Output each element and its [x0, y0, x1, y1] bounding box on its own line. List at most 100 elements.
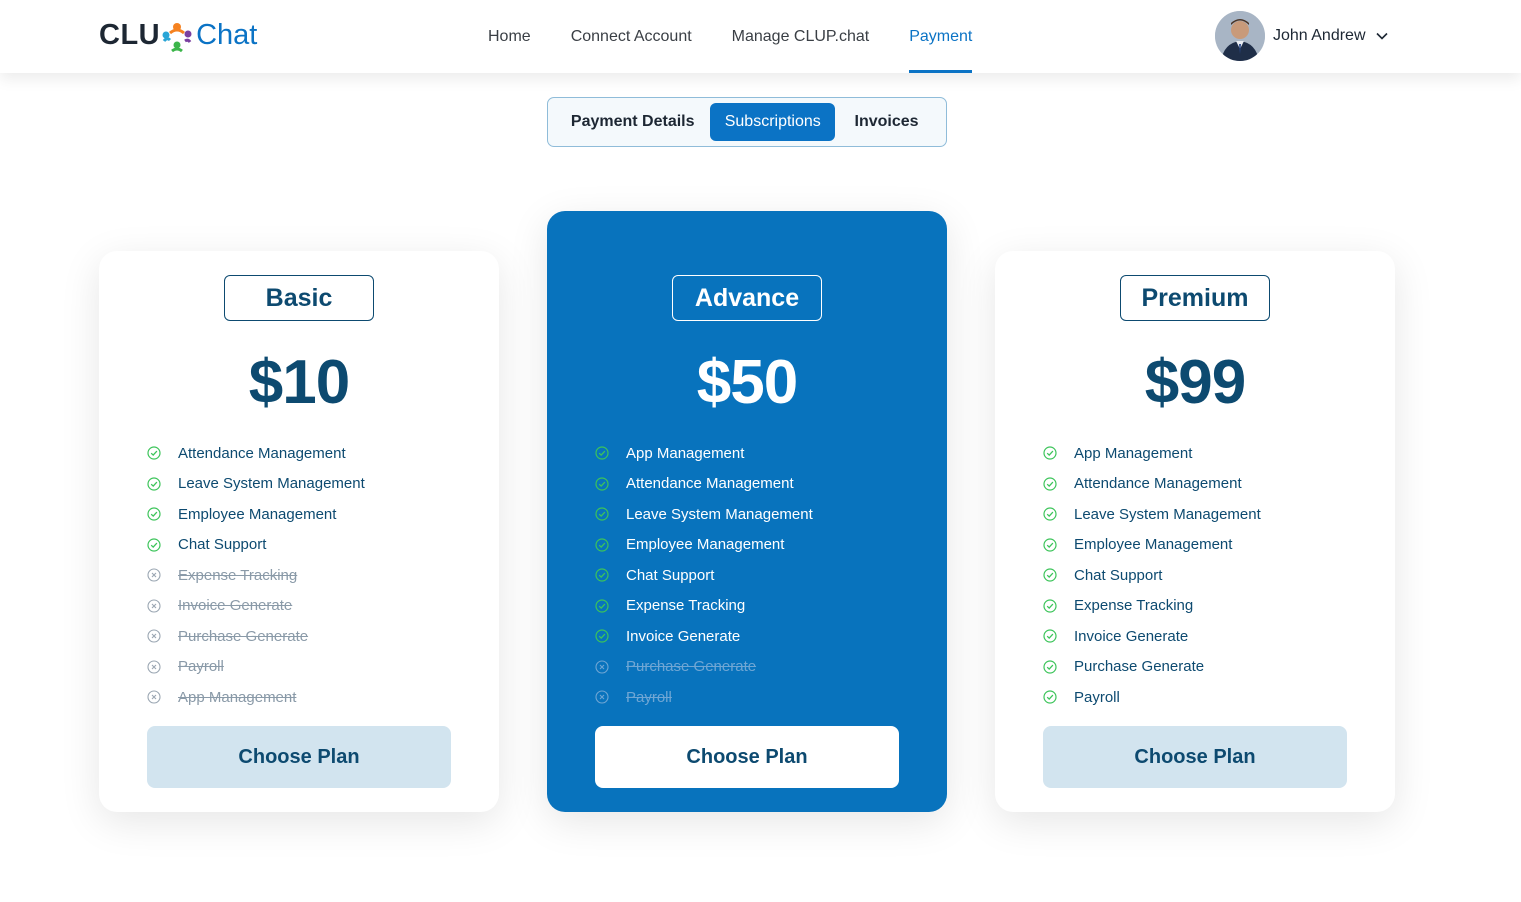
feature-label: Leave System Management [178, 475, 365, 493]
feature-label: Chat Support [626, 566, 715, 584]
x-circle-icon [147, 629, 161, 643]
user-avatar[interactable] [1215, 11, 1265, 61]
plan-price: $99 [1144, 348, 1246, 417]
feature-list: Attendance Management Leave System Manage… [147, 438, 365, 713]
x-circle-icon [147, 660, 161, 674]
feature-item: Leave System Management [1043, 499, 1261, 530]
check-circle-icon [1043, 690, 1057, 704]
feature-label: Invoice Generate [1074, 627, 1189, 645]
feature-label: Invoice Generate [178, 597, 293, 615]
plan-card-advance: Advance $50 App Management Attendance Man… [547, 211, 947, 812]
nav-connect-account[interactable]: Connect Account [571, 0, 692, 73]
feature-label: Employee Management [1074, 536, 1233, 554]
check-circle-icon [1043, 629, 1057, 643]
feature-label: App Management [626, 444, 745, 462]
user-name: John Andrew [1273, 27, 1366, 44]
choose-plan-button[interactable]: Choose Plan [595, 726, 899, 788]
check-circle-icon [147, 446, 161, 460]
tab-invoices[interactable]: Invoices [837, 103, 936, 141]
plan-name: Advance [672, 275, 822, 321]
chevron-down-icon[interactable] [1375, 29, 1389, 43]
feature-label: Payroll [1074, 688, 1120, 706]
feature-label: Attendance Management [178, 444, 346, 462]
feature-item: Chat Support [595, 560, 813, 591]
feature-label: Invoice Generate [626, 627, 741, 645]
feature-label: App Management [1074, 444, 1193, 462]
feature-label: Purchase Generate [178, 627, 309, 645]
check-circle-icon [595, 446, 609, 460]
plan-name: Premium [1120, 275, 1270, 321]
check-circle-icon [595, 599, 609, 613]
nav-payment[interactable]: Payment [909, 0, 973, 73]
feature-item: Payroll [1043, 682, 1261, 713]
check-circle-icon [147, 538, 161, 552]
feature-label: Employee Management [178, 505, 337, 523]
feature-item: App Management [147, 682, 365, 713]
nav-manage-clup-chat[interactable]: Manage CLUP.chat [732, 0, 870, 73]
check-circle-icon [1043, 446, 1057, 460]
feature-label: Payroll [626, 688, 672, 706]
feature-label: Purchase Generate [1074, 658, 1205, 676]
feature-item: Chat Support [1043, 560, 1261, 591]
check-circle-icon [1043, 660, 1057, 674]
tab-payment-details[interactable]: Payment Details [560, 103, 705, 141]
feature-item: Employee Management [595, 530, 813, 561]
feature-label: Chat Support [1074, 566, 1163, 584]
feature-item: Invoice Generate [1043, 621, 1261, 652]
feature-label: Payroll [178, 658, 224, 676]
check-circle-icon [1043, 507, 1057, 521]
feature-label: Purchase Generate [626, 658, 757, 676]
choose-plan-button[interactable]: Choose Plan [1043, 726, 1347, 788]
x-circle-icon [147, 599, 161, 613]
feature-label: Attendance Management [1074, 475, 1242, 493]
check-circle-icon [1043, 568, 1057, 582]
feature-item: Attendance Management [1043, 469, 1261, 500]
x-circle-icon [147, 568, 161, 582]
tab-subscriptions[interactable]: Subscriptions [710, 103, 836, 141]
feature-label: Expense Tracking [178, 566, 298, 584]
feature-item: Purchase Generate [147, 621, 365, 652]
x-circle-icon [595, 660, 609, 674]
feature-label: Leave System Management [1074, 505, 1261, 523]
check-circle-icon [147, 477, 161, 491]
feature-item: Purchase Generate [1043, 652, 1261, 683]
feature-label: Expense Tracking [626, 597, 746, 615]
logo-text-clu: CLU [99, 18, 161, 51]
clup-chat-logo[interactable]: CLU Chat [99, 17, 257, 53]
feature-item: Payroll [147, 652, 365, 683]
feature-item: Expense Tracking [147, 560, 365, 591]
plan-card-premium: Premium $99 App Management Attendance Man… [995, 251, 1395, 812]
plan-card-basic: Basic $10 Attendance Management Leave Sys… [99, 251, 499, 812]
feature-label: Attendance Management [626, 475, 794, 493]
check-circle-icon [595, 507, 609, 521]
feature-list: App Management Attendance Management Leave… [595, 438, 813, 713]
feature-item: Employee Management [147, 499, 365, 530]
logo-people-icon [158, 17, 196, 53]
check-circle-icon [595, 568, 609, 582]
feature-list: App Management Attendance Management Leave… [1043, 438, 1261, 713]
logo-text-chat: Chat [196, 18, 258, 51]
check-circle-icon [595, 538, 609, 552]
payment-tabs: Payment Details Subscriptions Invoices [547, 97, 947, 147]
nav-home[interactable]: Home [488, 0, 531, 73]
x-circle-icon [595, 690, 609, 704]
feature-item: Attendance Management [147, 438, 365, 469]
feature-label: Chat Support [178, 536, 267, 554]
choose-plan-button[interactable]: Choose Plan [147, 726, 451, 788]
check-circle-icon [595, 629, 609, 643]
check-circle-icon [147, 507, 161, 521]
feature-item: Employee Management [1043, 530, 1261, 561]
feature-item: App Management [1043, 438, 1261, 469]
plan-price: $50 [696, 348, 798, 417]
plan-price: $10 [248, 348, 350, 417]
user-menu[interactable]: John Andrew [1215, 11, 1389, 61]
check-circle-icon [1043, 538, 1057, 552]
feature-item: Expense Tracking [595, 591, 813, 622]
feature-item: Invoice Generate [595, 621, 813, 652]
feature-item: Chat Support [147, 530, 365, 561]
feature-label: Leave System Management [626, 505, 813, 523]
feature-item: Leave System Management [595, 499, 813, 530]
feature-label: App Management [178, 688, 297, 706]
feature-label: Employee Management [626, 536, 785, 554]
feature-label: Expense Tracking [1074, 597, 1194, 615]
